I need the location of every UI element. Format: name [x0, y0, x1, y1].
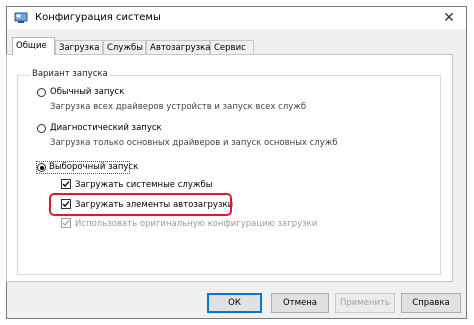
diagnostic-startup-label[interactable]: Диагностический запуск [50, 123, 162, 133]
apply-button: Применить [335, 293, 395, 313]
diagnostic-startup-description: Загрузка только основных драйверов и зап… [50, 138, 338, 148]
red-highlight-frame [49, 193, 232, 216]
use-original-boot-config-checkbox [61, 218, 71, 228]
selective-startup-label[interactable]: Выборочный запуск [49, 162, 138, 172]
group-legend: Вариант запуска [30, 69, 110, 79]
normal-startup-radio[interactable] [37, 88, 46, 97]
ok-button[interactable]: ОК [207, 293, 262, 313]
checkmark-icon [62, 220, 70, 226]
checkmark-icon [62, 181, 70, 187]
use-original-boot-config-label: Использовать оригинальную конфигурацию з… [75, 219, 318, 229]
tab-boot[interactable]: Загрузка [55, 40, 103, 54]
title-bar[interactable]: Конфигурация системы ✕ [7, 7, 466, 29]
load-system-services-label[interactable]: Загружать системные службы [75, 180, 213, 190]
msconfig-app-icon [14, 12, 28, 24]
tab-services[interactable]: Службы [103, 40, 146, 54]
tab-tools[interactable]: Сервис [210, 40, 254, 54]
normal-startup-description: Загрузка всех драйверов устройств и запу… [50, 102, 307, 112]
help-button[interactable]: Справка [401, 293, 461, 313]
window-title: Конфигурация системы [35, 12, 161, 23]
tab-startup[interactable]: Автозагрузка [146, 40, 210, 54]
normal-startup-label[interactable]: Обычный запуск [50, 87, 124, 97]
diagnostic-startup-radio[interactable] [37, 124, 46, 133]
load-system-services-checkbox[interactable] [61, 179, 71, 189]
close-icon[interactable]: ✕ [432, 7, 466, 29]
cancel-button[interactable]: Отмена [271, 293, 329, 313]
tab-general[interactable]: Общие [12, 37, 55, 55]
